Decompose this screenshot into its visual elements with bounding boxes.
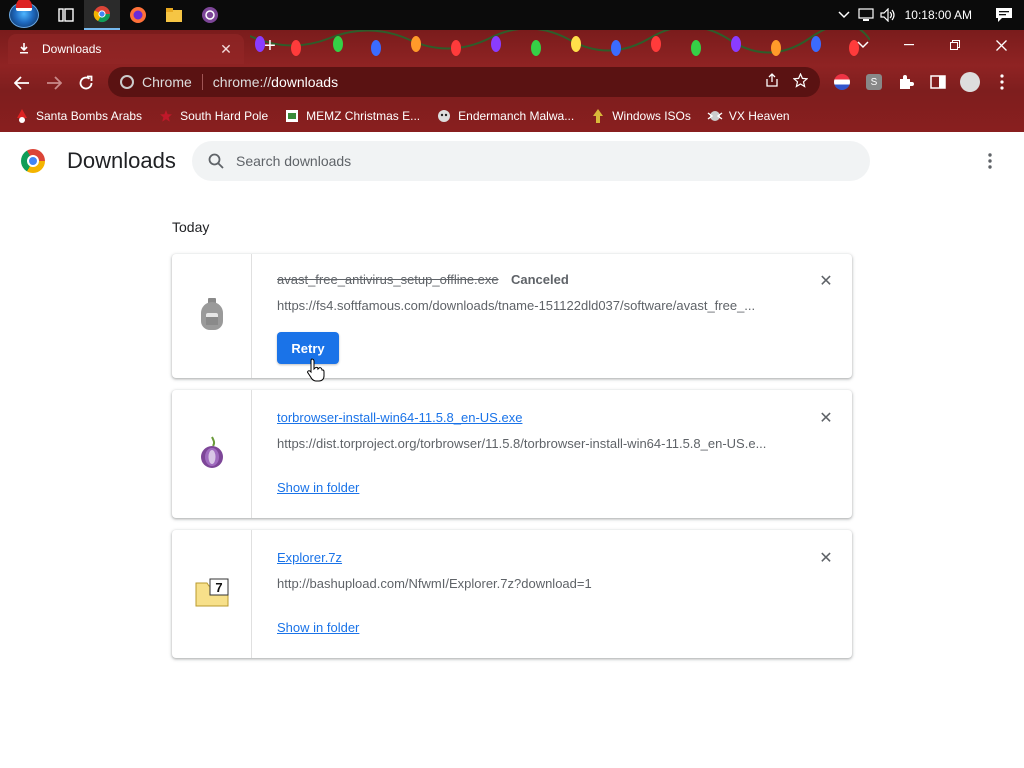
bookmark-star-icon[interactable]	[792, 72, 809, 91]
restore-button[interactable]	[932, 30, 978, 60]
file-icon-column: 7	[172, 530, 252, 658]
system-clock[interactable]: 10:18:00 AM	[899, 8, 984, 22]
more-actions-icon[interactable]	[978, 149, 1002, 173]
search-icon	[204, 153, 228, 169]
chrome-menu-icon[interactable]	[989, 69, 1015, 95]
chrome-site-icon	[120, 75, 134, 89]
page-header: Downloads	[0, 132, 1024, 190]
show-in-folder-link[interactable]: Show in folder	[277, 620, 359, 635]
flag-extension-icon[interactable]	[829, 69, 855, 95]
bookmark-label: MEMZ Christmas E...	[306, 109, 421, 123]
remove-item-icon[interactable]: ✕	[818, 273, 834, 290]
page-title: Downloads	[67, 148, 176, 173]
windows-iso-icon	[590, 108, 606, 124]
bookmark-label: Windows ISOs	[612, 109, 691, 123]
vx-heaven-icon	[707, 108, 723, 124]
search-downloads-box[interactable]	[192, 141, 870, 181]
close-tab-icon[interactable]: ✕	[218, 41, 234, 58]
chrome-logo-icon	[21, 149, 45, 173]
tor-icon[interactable]	[192, 0, 228, 30]
notification-icon[interactable]	[984, 0, 1024, 30]
close-window-button[interactable]	[978, 30, 1024, 60]
bookmark-label: Endermanch Malwa...	[458, 109, 575, 123]
minimize-button[interactable]	[886, 30, 932, 60]
start-button[interactable]	[0, 0, 48, 30]
browser-toolbar: Chrome chrome://downloads S	[0, 66, 1024, 100]
bookmark-vx-heaven[interactable]: VX Heaven	[707, 108, 790, 124]
file-icon-column	[172, 254, 252, 378]
svg-text:7: 7	[215, 580, 222, 595]
s-extension-icon[interactable]: S	[861, 69, 887, 95]
show-in-folder-link[interactable]: Show in folder	[277, 480, 359, 495]
date-section-today: Today	[172, 219, 210, 235]
endermanch-icon	[436, 108, 452, 124]
taskbar: 10:18:00 AM	[0, 0, 1024, 30]
url-scheme: chrome://	[212, 74, 272, 90]
start-orb-icon	[9, 0, 39, 28]
file-name: avast_free_antivirus_setup_offline.exe	[277, 272, 499, 287]
tab-title: Downloads	[42, 42, 102, 56]
task-view-icon[interactable]	[48, 0, 84, 30]
extensions-puzzle-icon[interactable]	[893, 69, 919, 95]
file-icon-column	[172, 390, 252, 518]
search-input[interactable]	[236, 153, 836, 169]
bookmark-label: South Hard Pole	[180, 109, 269, 123]
file-explorer-icon[interactable]	[156, 0, 192, 30]
download-icon	[18, 42, 32, 57]
bookmark-label: VX Heaven	[728, 109, 790, 123]
file-name-link[interactable]: torbrowser-install-win64-11.5.8_en-US.ex…	[277, 410, 522, 425]
volume-icon[interactable]	[877, 0, 899, 30]
url-host: downloads	[271, 74, 339, 90]
avast-bottle-icon	[197, 297, 227, 336]
santa-icon	[14, 108, 30, 124]
profile-avatar-icon[interactable]	[957, 69, 983, 95]
7z-archive-icon: 7	[195, 577, 229, 612]
forward-button[interactable]	[38, 67, 70, 99]
download-item-avast: avast_free_antivirus_setup_offline.exe C…	[172, 254, 852, 378]
file-url[interactable]: http://bashupload.com/NfwmI/Explorer.7z?…	[277, 576, 777, 591]
remove-item-icon[interactable]: ✕	[818, 410, 834, 427]
tab-downloads[interactable]: Downloads ✕	[8, 34, 244, 64]
firefox-icon[interactable]	[120, 0, 156, 30]
download-item-explorer-7z: 7 Explorer.7z ✕ http://bashupload.com/Nf…	[172, 530, 852, 658]
download-status: Canceled	[511, 272, 569, 287]
bookmarks-bar: Santa Bombs Arabs South Hard Pole MEMZ C…	[0, 102, 1024, 130]
file-url[interactable]: https://fs4.softfamous.com/downloads/tna…	[277, 298, 777, 313]
hand-cursor-icon	[307, 358, 325, 382]
tab-search-icon[interactable]	[840, 30, 886, 60]
star-icon	[158, 108, 174, 124]
tor-onion-icon	[199, 435, 225, 474]
chevron-up-icon[interactable]	[833, 0, 855, 30]
network-icon[interactable]	[855, 0, 877, 30]
address-chip: Chrome	[142, 74, 203, 90]
download-item-torbrowser: torbrowser-install-win64-11.5.8_en-US.ex…	[172, 390, 852, 518]
bookmark-memz-christmas[interactable]: MEMZ Christmas E...	[284, 108, 420, 124]
remove-item-icon[interactable]: ✕	[818, 550, 834, 567]
memz-icon	[284, 108, 300, 124]
side-panel-icon[interactable]	[925, 69, 951, 95]
new-tab-button[interactable]: +	[258, 34, 282, 58]
bookmark-endermanch-malware[interactable]: Endermanch Malwa...	[436, 108, 574, 124]
browser-frame: Downloads ✕ + Chrome chrome://downloads …	[0, 30, 1024, 132]
tab-strip: Downloads ✕ +	[0, 30, 1024, 64]
bookmark-santa-bombs-arabs[interactable]: Santa Bombs Arabs	[14, 108, 142, 124]
address-url[interactable]: chrome://downloads	[213, 74, 338, 90]
downloads-page: Downloads Today avast_free_antivirus_set…	[0, 132, 1024, 768]
bookmark-label: Santa Bombs Arabs	[36, 109, 143, 123]
address-bar[interactable]: Chrome chrome://downloads	[108, 67, 820, 97]
file-url[interactable]: https://dist.torproject.org/torbrowser/1…	[277, 436, 777, 451]
share-icon[interactable]	[765, 73, 779, 91]
reload-button[interactable]	[70, 67, 102, 99]
back-button[interactable]	[6, 67, 38, 99]
chrome-icon[interactable]	[84, 0, 120, 30]
bookmark-south-hard-pole[interactable]: South Hard Pole	[158, 108, 268, 124]
bookmark-windows-isos[interactable]: Windows ISOs	[590, 108, 691, 124]
file-name-link[interactable]: Explorer.7z	[277, 550, 342, 565]
